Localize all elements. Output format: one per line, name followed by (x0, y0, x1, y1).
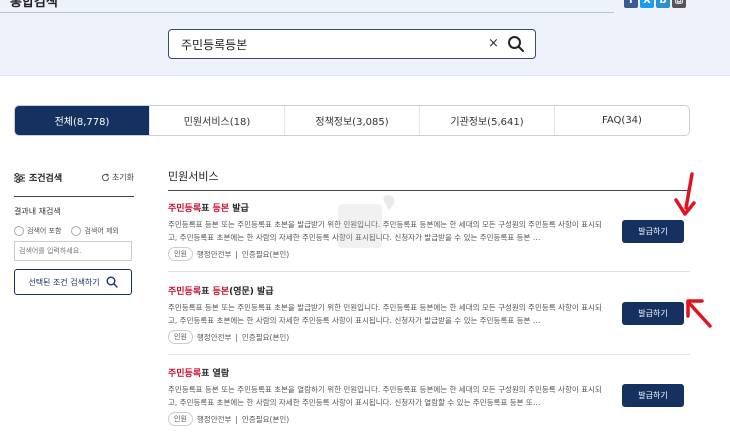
meta-divider: | (235, 332, 238, 342)
title-highlight: 등본 (212, 287, 230, 297)
watermark-logo-icon (338, 195, 395, 248)
auth-label: 인증필요(본인) (241, 414, 290, 424)
radio-include-circle[interactable] (14, 226, 24, 236)
clear-icon[interactable]: × (488, 36, 499, 51)
filter-sliders-icon (14, 168, 25, 187)
condition-search-button[interactable]: 선택된 조건 검색하기 (14, 269, 132, 295)
blog-icon[interactable]: b (656, 0, 670, 8)
annotation-arrow-up-left-icon (686, 299, 712, 328)
result-description: 주민등록표 등본 또는 주민등록표 초본을 열람하기 위한 민원입니다. 주민등… (168, 385, 602, 407)
tab-civil-service[interactable]: 민원서비스(18) (149, 106, 284, 135)
result-meta: 인원 행정안전부 | 인증필요(본인) (168, 247, 690, 261)
issue-button[interactable]: 발급하기 (622, 302, 684, 325)
meta-divider: | (235, 414, 238, 424)
meta-divider: | (235, 249, 238, 259)
print-icon[interactable]: ⎙ (672, 0, 686, 8)
list-item: 주민등록표 열람 주민등록표 등본 또는 주민등록표 초본을 열람하기 위한 민… (168, 366, 690, 426)
agency-label: 행정안전부 (196, 332, 232, 342)
search-header: 통합검색 f X b ⎙ × (0, 0, 730, 76)
result-title[interactable]: 주민등록표 등본 발급 (168, 201, 690, 214)
tab-agency[interactable]: 기관정보(5,641) (419, 106, 554, 135)
list-item: 주민등록표 등본(영문) 발급 주민등록표 등본 또는 주민등록표 초본을 발급… (168, 284, 690, 344)
search-icon (106, 276, 118, 288)
title-highlight: 주민등록 (168, 369, 202, 379)
item-divider (168, 354, 690, 355)
result-description: 주민등록표 등본 또는 주민등록표 초본을 발급받기 위한 민원입니다. 주민등… (168, 303, 602, 325)
refine-title: 결과내 재검색 (14, 207, 61, 216)
auth-label: 인증필요(본인) (241, 249, 290, 259)
tab-policy[interactable]: 정책정보(3,085) (284, 106, 419, 135)
status-badge: 인원 (168, 412, 193, 426)
radio-include[interactable]: 검색어 포함 (14, 226, 61, 236)
agency-label: 행정안전부 (196, 249, 232, 259)
facebook-icon[interactable]: f (624, 0, 638, 8)
category-tabs: 전체(8,778) 민원서비스(18) 정책정보(3,085) 기관정보(5,6… (14, 105, 690, 136)
reset-button[interactable]: 초기화 (101, 172, 134, 183)
title-part: 표 열람 (201, 369, 230, 379)
result-meta: 인원 행정안전부 | 인증필요(본인) (168, 330, 690, 344)
radio-include-label: 검색어 포함 (27, 227, 62, 235)
filter-title: 조건검색 (29, 173, 63, 184)
condition-search-label: 선택된 조건 검색하기 (28, 277, 100, 287)
title-highlight: 주민등록 (168, 287, 202, 297)
issue-button[interactable]: 발급하기 (622, 384, 684, 407)
search-icon[interactable] (507, 35, 525, 57)
title-part: 표 (201, 204, 213, 214)
results-divider (168, 190, 690, 191)
status-badge: 인원 (168, 330, 193, 344)
result-meta: 인원 행정안전부 | 인증필요(본인) (168, 412, 690, 426)
agency-label: 행정안전부 (196, 414, 232, 424)
radio-exclude-label: 검색어 제외 (84, 227, 119, 235)
reset-label: 초기화 (111, 172, 134, 182)
status-badge: 인원 (168, 247, 193, 261)
page-title: 통합검색 (10, 0, 58, 10)
radio-exclude-circle[interactable] (71, 226, 82, 236)
search-input[interactable] (181, 35, 481, 53)
result-title[interactable]: 주민등록표 등본(영문) 발급 (168, 284, 690, 297)
annotation-arrow-down-icon (674, 172, 696, 216)
refresh-icon (101, 173, 110, 181)
radio-exclude[interactable]: 검색어 제외 (71, 226, 119, 236)
search-box: × (168, 29, 536, 59)
auth-label: 인증필요(본인) (241, 332, 290, 342)
results-section-title: 민원서비스 (168, 170, 219, 183)
title-part: (영문) 발급 (229, 287, 274, 297)
header-divider (0, 12, 614, 13)
tab-faq[interactable]: FAQ(34) (554, 106, 689, 135)
title-highlight: 주민등록 (168, 204, 202, 214)
share-icons: f X b ⎙ (624, 0, 686, 8)
title-highlight: 등본 (212, 204, 230, 214)
issue-button[interactable]: 발급하기 (622, 220, 684, 243)
item-divider (168, 271, 690, 272)
filter-sidebar: 조건검색 초기화 결과내 재검색 검색어 포함 검색어 제외 선택된 조건 검색… (14, 170, 134, 295)
sidebar-divider (14, 196, 134, 197)
title-part: 표 (201, 287, 213, 297)
title-part: 발급 (229, 204, 249, 214)
tab-all[interactable]: 전체(8,778) (15, 106, 149, 135)
result-title[interactable]: 주민등록표 열람 (168, 366, 690, 379)
list-item: 주민등록표 등본 발급 주민등록표 등본 또는 주민등록표 초본을 발급받기 위… (168, 201, 690, 261)
x-icon[interactable]: X (640, 0, 654, 8)
refine-search-input[interactable] (14, 241, 132, 261)
